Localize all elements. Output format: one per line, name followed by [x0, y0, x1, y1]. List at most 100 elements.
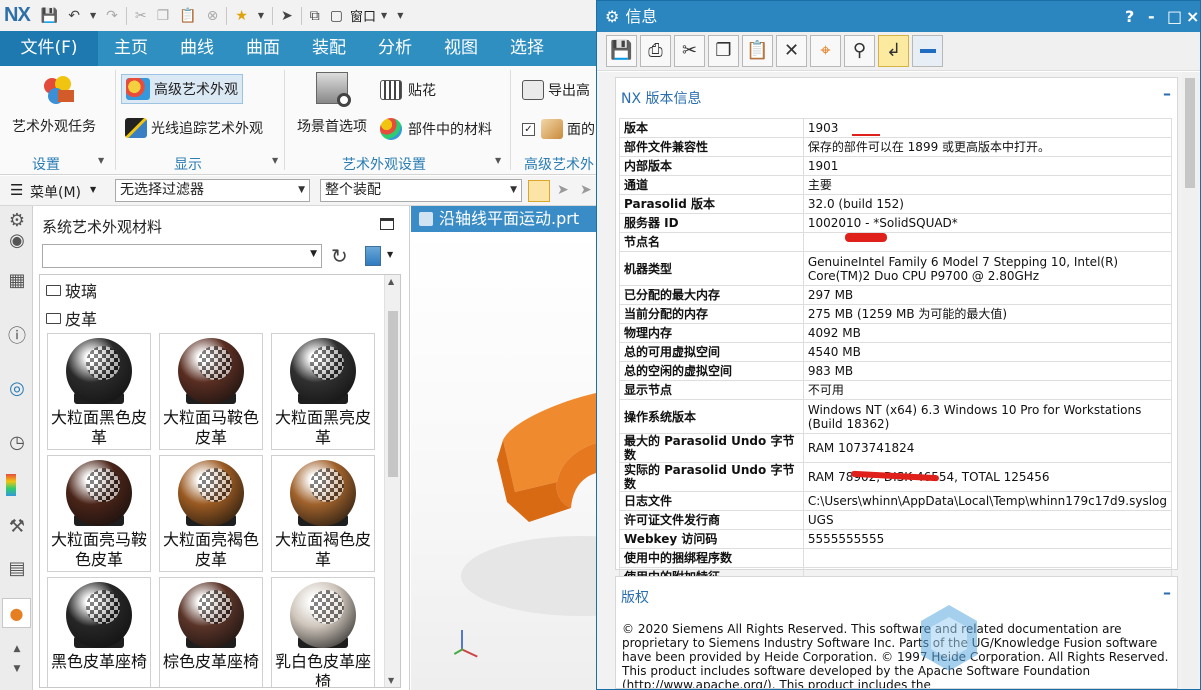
settings-icon[interactable]: ⚙	[6, 210, 28, 232]
tab-file[interactable]: 文件(F)	[0, 31, 98, 66]
menu-dropdown-icon[interactable]: ▼	[90, 185, 96, 194]
copy-icon[interactable]: ❐	[708, 35, 739, 67]
tools-icon[interactable]: ⚒	[6, 516, 28, 538]
palette-icon[interactable]	[6, 474, 16, 496]
web-browser-icon[interactable]: ◎	[6, 378, 28, 400]
help-button[interactable]: ?	[1125, 1, 1134, 32]
info-icon[interactable]: ⓘ	[6, 326, 28, 348]
material-tile[interactable]: 大粒面黑色皮革	[47, 333, 151, 450]
window-dropdown-icon[interactable]: ▼	[376, 11, 392, 20]
select-component-icon[interactable]	[528, 180, 550, 202]
collapse-all-icon[interactable]	[912, 35, 943, 67]
part-materials-button[interactable]: 部件中的材料	[380, 117, 492, 141]
scrollbar-thumb[interactable]	[388, 311, 398, 477]
customize-icon[interactable]: ▼	[392, 11, 408, 20]
scroll-down-icon[interactable]: ▼	[388, 676, 394, 685]
collapse-icon[interactable]: –	[1163, 84, 1171, 103]
paste-icon[interactable]: 📋	[742, 35, 773, 67]
material-tile[interactable]: 大粒面亮褐色皮革	[159, 455, 263, 572]
maximize-button[interactable]: □	[1167, 1, 1182, 32]
art-appearance-task-button[interactable]: 艺术外观任务	[8, 74, 108, 144]
star-icon[interactable]: ★	[230, 8, 253, 24]
tab-analysis[interactable]: 分析	[362, 31, 428, 66]
graphics-tab[interactable]: 沿轴线平面运动.prt	[411, 206, 601, 232]
tab-assembly[interactable]: 装配	[296, 31, 362, 66]
command-finder-icon[interactable]: ➤	[276, 8, 298, 24]
material-search-select[interactable]: ▼	[42, 244, 322, 268]
system-materials-icon[interactable]: ●	[2, 598, 31, 628]
gear-icon[interactable]: ⚙	[605, 7, 619, 26]
part-model[interactable]	[411, 232, 601, 690]
delete-icon[interactable]: ⊗	[202, 8, 224, 24]
face-checkbox[interactable]: ✓	[522, 122, 535, 136]
library-icon[interactable]	[365, 246, 381, 266]
scene-icon[interactable]: ▤	[6, 558, 28, 580]
snap-icon[interactable]: ➤	[557, 182, 569, 198]
folder-leather[interactable]: 皮革	[46, 306, 97, 330]
cut-icon[interactable]: ✂	[674, 35, 705, 67]
collapse-icon[interactable]: –	[1163, 583, 1171, 602]
scope-select[interactable]: 整个装配 ▼	[320, 179, 522, 202]
save-icon[interactable]: 💾	[36, 8, 63, 24]
face-button[interactable]: ✓ 面的	[522, 117, 595, 141]
undo-dropdown-icon[interactable]: ▼	[85, 11, 101, 20]
graphics-window[interactable]: 沿轴线平面运动.prt	[411, 206, 601, 690]
group-display-dropdown-icon[interactable]: ▼	[272, 156, 278, 165]
list-scrollbar[interactable]: ▲ ▼	[384, 275, 400, 687]
paste-icon[interactable]: 📋	[174, 8, 201, 24]
info-scrollbar[interactable]	[1182, 72, 1198, 689]
export-button[interactable]: 导出高	[522, 78, 590, 102]
select-all-icon[interactable]: ⌖	[810, 35, 841, 67]
table-row: 已分配的最大内存 297 MB	[619, 285, 1173, 305]
save-as-icon[interactable]: 💾	[606, 35, 637, 67]
group-art-settings-dropdown-icon[interactable]: ▼	[495, 156, 501, 165]
window-menu[interactable]: 窗口	[348, 6, 376, 25]
snap-icon-2[interactable]: ➤	[580, 182, 592, 198]
find-icon[interactable]: ⚲	[844, 35, 875, 67]
star-dropdown-icon[interactable]: ▼	[253, 11, 269, 20]
material-tile[interactable]: 大粒面亮马鞍色皮革	[47, 455, 151, 572]
delete-icon[interactable]: ✕	[776, 35, 807, 67]
copy-icon[interactable]: ❐	[152, 8, 175, 24]
cut-icon[interactable]: ✂	[130, 8, 152, 24]
material-tile[interactable]: 棕色皮革座椅	[159, 577, 263, 687]
tab-curve[interactable]: 曲线	[164, 31, 230, 66]
folder-glass[interactable]: 玻璃	[46, 278, 97, 302]
group-settings-dropdown-icon[interactable]: ▼	[98, 156, 104, 165]
print-icon[interactable]: ⎙	[640, 35, 671, 67]
material-preview-icon	[66, 582, 132, 648]
tab-view[interactable]: 视图	[428, 31, 494, 66]
material-tile[interactable]: 大粒面马鞍色皮革	[159, 333, 263, 450]
tab-surface[interactable]: 曲面	[230, 31, 296, 66]
ray-trace-art-appearance-button[interactable]: 光线追踪艺术外观	[125, 116, 263, 140]
scroll-up-icon[interactable]: ▲	[6, 638, 28, 660]
advanced-art-appearance-button[interactable]: 高级艺术外观	[121, 74, 243, 104]
menu-icon[interactable]: ☰	[10, 181, 23, 199]
scroll-up-icon[interactable]: ▲	[388, 277, 394, 286]
wrap-text-icon[interactable]: ↲	[878, 35, 909, 67]
switch-window-icon[interactable]: ⧉	[305, 8, 325, 24]
scrollbar-thumb[interactable]	[1185, 78, 1195, 188]
history-icon[interactable]: ◷	[6, 432, 28, 454]
scene-preferences-button[interactable]: 场景首选项	[294, 72, 374, 142]
close-button[interactable]: ×	[1186, 1, 1199, 32]
material-tile[interactable]: 黑色皮革座椅	[47, 577, 151, 687]
decal-button[interactable]: 贴花	[380, 78, 436, 102]
refresh-icon[interactable]: ↻	[331, 244, 348, 268]
undo-icon[interactable]: ↶	[63, 8, 85, 24]
type-filter-select[interactable]: 无选择过滤器 ▼	[115, 179, 310, 202]
scroll-down-icon[interactable]: ▼	[6, 658, 28, 680]
material-tile[interactable]: 大粒面褐色皮革	[271, 455, 375, 572]
material-tile[interactable]: 大粒面黑亮皮革	[271, 333, 375, 450]
window-icon[interactable]: ▢	[325, 8, 348, 24]
tab-home[interactable]: 主页	[98, 31, 164, 66]
part-navigator-icon[interactable]: ◉	[6, 230, 28, 252]
material-tile[interactable]: 乳白色皮革座椅	[271, 577, 375, 687]
library-dropdown-icon[interactable]: ▼	[387, 250, 393, 259]
maximize-icon[interactable]	[380, 218, 394, 230]
tab-select[interactable]: 选择	[494, 31, 560, 66]
redo-icon[interactable]: ↷	[101, 8, 123, 24]
assembly-navigator-icon[interactable]: ▦	[6, 270, 28, 292]
minimize-button[interactable]: -	[1148, 1, 1155, 32]
menu-button[interactable]: 菜单(M)	[30, 182, 81, 202]
